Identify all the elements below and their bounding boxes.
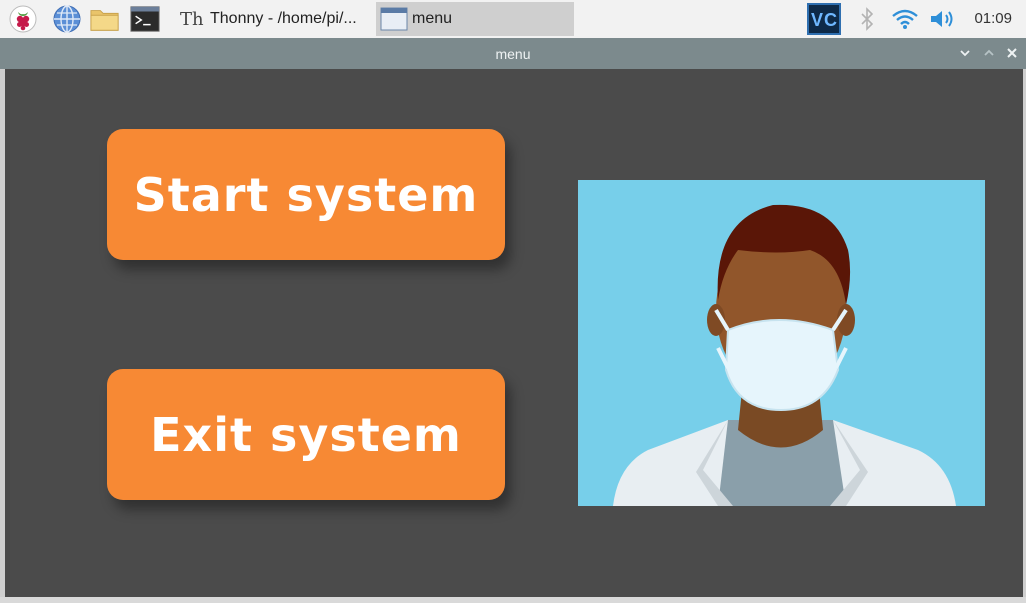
- svg-text:V: V: [811, 10, 823, 30]
- exit-system-button[interactable]: Exit system: [107, 369, 505, 500]
- window-title: menu: [495, 46, 531, 62]
- clock[interactable]: 01:09: [974, 10, 1012, 27]
- taskbar-task-menu[interactable]: menu: [376, 2, 574, 36]
- raspberry-pi-menu-icon[interactable]: [8, 4, 38, 34]
- window-icon: [380, 6, 408, 32]
- window-titlebar[interactable]: menu: [0, 38, 1026, 69]
- taskbar-task-thonny[interactable]: Th Thonny - /home/pi/...: [174, 2, 374, 36]
- minimize-icon[interactable]: [957, 45, 973, 61]
- svg-text:C: C: [824, 10, 837, 30]
- volume-icon[interactable]: [928, 3, 958, 35]
- terminal-icon[interactable]: [130, 4, 160, 34]
- bottom-edge: [0, 597, 1026, 603]
- wifi-icon[interactable]: [890, 3, 920, 35]
- task-label-thonny: Thonny - /home/pi/...: [210, 10, 357, 27]
- vnc-icon[interactable]: V C: [806, 3, 842, 35]
- window-client-area: Start system Exit system: [5, 69, 1023, 603]
- start-system-button[interactable]: Start system: [107, 129, 505, 260]
- task-label-menu: menu: [412, 10, 453, 27]
- bluetooth-icon[interactable]: [856, 3, 878, 35]
- maximize-icon[interactable]: [981, 45, 997, 61]
- taskbar: Th Thonny - /home/pi/... menu V C 01:09: [0, 0, 1026, 39]
- menu-window: menu Start system Exit system: [0, 38, 1026, 603]
- close-icon[interactable]: [1004, 45, 1020, 61]
- doctor-with-mask-illustration: [578, 180, 985, 506]
- file-manager-icon[interactable]: [90, 4, 120, 34]
- web-browser-icon[interactable]: [52, 4, 82, 34]
- thonny-icon: Th: [180, 8, 204, 30]
